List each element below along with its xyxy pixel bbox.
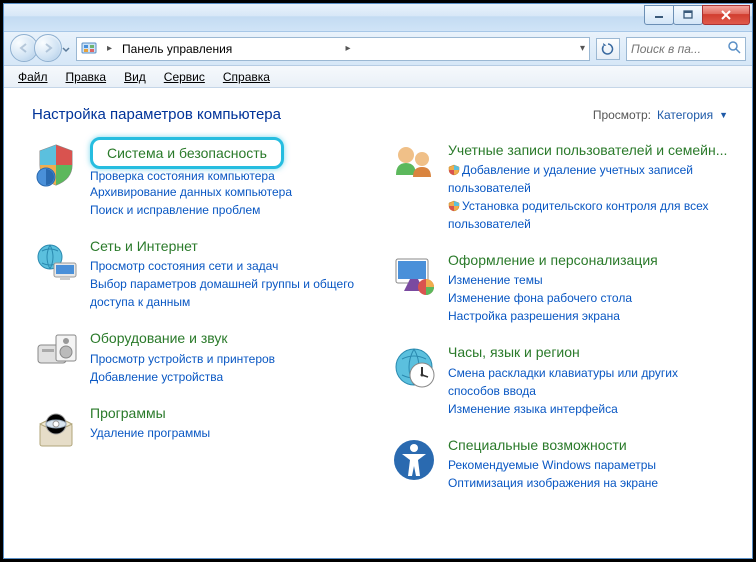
category-appearance: Оформление и персонализация Изменение тем… xyxy=(390,251,728,325)
network-internet-icon xyxy=(32,237,80,285)
address-text: Панель управления xyxy=(122,42,335,56)
link-text: Просмотр состояния сети и задач xyxy=(90,259,278,273)
address-bar[interactable]: ▸ Панель управления ▸ ▾ xyxy=(76,37,590,61)
link-text: Просмотр устройств и принтеров xyxy=(90,352,275,366)
menu-help[interactable]: Справка xyxy=(215,68,278,86)
link-text: Настройка разрешения экрана xyxy=(448,309,620,323)
minimize-button[interactable] xyxy=(644,5,674,25)
right-column: Учетные записи пользователей и семейн...… xyxy=(390,141,728,510)
address-chevron-icon[interactable]: ▸ xyxy=(341,43,354,54)
search-box[interactable] xyxy=(626,37,746,61)
hardware-sound-icon xyxy=(32,329,80,377)
category-title-clock-language[interactable]: Часы, язык и регион xyxy=(448,343,728,361)
category-title-appearance[interactable]: Оформление и персонализация xyxy=(448,251,728,269)
link-text: Архивирование данных компьютера xyxy=(90,185,292,199)
category-title-ease-of-access[interactable]: Специальные возможности xyxy=(448,436,728,454)
titlebar xyxy=(4,4,752,32)
category-ease-of-access: Специальные возможности Рекомендуемые Win… xyxy=(390,436,728,492)
close-button[interactable] xyxy=(702,5,750,25)
address-dropdown-icon[interactable]: ▾ xyxy=(580,43,585,54)
category-title-hardware-sound[interactable]: Оборудование и звук xyxy=(90,329,370,347)
link-text: Оптимизация изображения на экране xyxy=(448,476,658,490)
menu-file[interactable]: Файл xyxy=(10,68,56,86)
link-text: Поиск и исправление проблем xyxy=(90,203,260,217)
chevron-down-icon: ▼ xyxy=(719,110,728,120)
category-link[interactable]: Добавление устройства xyxy=(90,368,370,386)
category-link[interactable]: Изменение темы xyxy=(448,271,728,289)
search-input[interactable] xyxy=(631,42,723,56)
window: ▸ Панель управления ▸ ▾ Файл Правка Вид … xyxy=(3,3,753,559)
content-area: Настройка параметров компьютера Просмотр… xyxy=(4,88,752,558)
control-panel-icon xyxy=(81,41,97,57)
link-text: Рекомендуемые Windows параметры xyxy=(448,458,656,472)
shield-icon xyxy=(448,163,460,175)
category-hardware-sound: Оборудование и звук Просмотр устройств и … xyxy=(32,329,370,385)
category-clock-language: Часы, язык и регион Смена раскладки клави… xyxy=(390,343,728,417)
search-icon xyxy=(727,40,741,57)
category-link[interactable]: Изменение фона рабочего стола xyxy=(448,289,728,307)
menu-service[interactable]: Сервис xyxy=(156,68,213,86)
category-link[interactable]: Просмотр состояния сети и задач xyxy=(90,257,370,275)
view-value: Категория xyxy=(657,108,713,122)
category-title-user-accounts[interactable]: Учетные записи пользователей и семейн... xyxy=(448,141,728,159)
category-link[interactable]: Рекомендуемые Windows параметры xyxy=(448,456,728,474)
category-link[interactable]: Настройка разрешения экрана xyxy=(448,307,728,325)
category-link[interactable]: Архивирование данных компьютера xyxy=(90,183,370,201)
link-text: Изменение темы xyxy=(448,273,543,287)
category-link[interactable]: Просмотр устройств и принтеров xyxy=(90,350,370,368)
link-text: Выбор параметров домашней группы и общег… xyxy=(90,277,354,309)
link-text: Установка родительского контроля для все… xyxy=(448,199,709,231)
page-title: Настройка параметров компьютера xyxy=(32,106,281,123)
appearance-icon xyxy=(390,251,438,299)
nav-history-dropdown[interactable] xyxy=(62,43,70,57)
category-title-programs[interactable]: Программы xyxy=(90,404,370,422)
navbar: ▸ Панель управления ▸ ▾ xyxy=(4,32,752,66)
link-text: Изменение языка интерфейса xyxy=(448,402,618,416)
category-title-system-security[interactable]: Система и безопасность xyxy=(90,137,284,169)
category-system-security: Система и безопасностьПроверка состояния… xyxy=(32,141,370,219)
clock-language-icon xyxy=(390,343,438,391)
shield-icon xyxy=(448,199,460,211)
category-network-internet: Сеть и Интернет Просмотр состояния сети и… xyxy=(32,237,370,311)
nav-back-forward xyxy=(10,34,70,64)
category-link[interactable]: Удаление программы xyxy=(90,424,370,442)
category-link[interactable]: Выбор параметров домашней группы и общег… xyxy=(90,275,370,311)
view-label: Просмотр: xyxy=(593,108,651,122)
user-accounts-icon xyxy=(390,141,438,189)
category-link[interactable]: Оптимизация изображения на экране xyxy=(448,474,728,492)
category-link[interactable]: Добавление и удаление учетных записей по… xyxy=(448,161,728,197)
system-security-icon xyxy=(32,141,80,189)
refresh-button[interactable] xyxy=(596,38,620,60)
menu-edit[interactable]: Правка xyxy=(58,68,115,86)
category-link[interactable]: Изменение языка интерфейса xyxy=(448,400,728,418)
programs-icon xyxy=(32,404,80,452)
category-link[interactable]: Поиск и исправление проблем xyxy=(90,201,370,219)
address-chevron-icon: ▸ xyxy=(103,43,116,54)
menu-view[interactable]: Вид xyxy=(116,68,154,86)
menubar: Файл Правка Вид Сервис Справка xyxy=(4,66,752,88)
link-text: Добавление и удаление учетных записей по… xyxy=(448,163,693,195)
link-text: Смена раскладки клавиатуры или других сп… xyxy=(448,366,678,398)
ease-of-access-icon xyxy=(390,436,438,484)
view-selector[interactable]: Просмотр: Категория ▼ xyxy=(593,108,728,122)
category-title-network-internet[interactable]: Сеть и Интернет xyxy=(90,237,370,255)
category-link[interactable]: Установка родительского контроля для все… xyxy=(448,197,728,233)
category-link[interactable]: Проверка состояния компьютера xyxy=(90,169,370,183)
maximize-button[interactable] xyxy=(673,5,703,25)
left-column: Система и безопасностьПроверка состояния… xyxy=(32,141,370,510)
link-text: Удаление программы xyxy=(90,426,210,440)
link-text: Добавление устройства xyxy=(90,370,223,384)
forward-button[interactable] xyxy=(34,34,62,62)
category-programs: Программы Удаление программы xyxy=(32,404,370,452)
category-user-accounts: Учетные записи пользователей и семейн...… xyxy=(390,141,728,233)
category-link[interactable]: Смена раскладки клавиатуры или других сп… xyxy=(448,364,728,400)
link-text: Изменение фона рабочего стола xyxy=(448,291,632,305)
